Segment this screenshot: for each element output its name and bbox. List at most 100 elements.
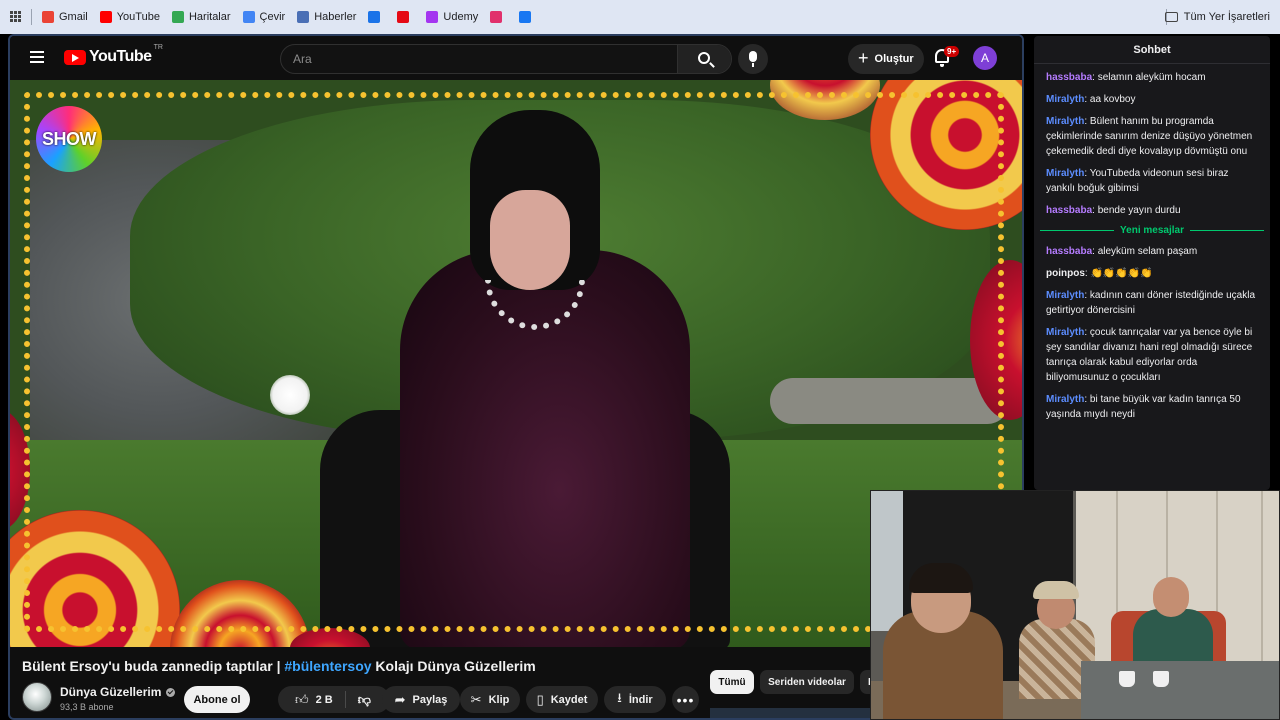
webcam-cup	[1119, 671, 1135, 687]
chat-message: Miralyth: kadının canı döner istediğinde…	[1046, 288, 1260, 318]
save-button[interactable]: ▯ Kaydet	[526, 686, 598, 713]
folder-icon	[1164, 12, 1178, 22]
bookmark-item[interactable]: Haritalar	[171, 8, 231, 26]
search-button[interactable]	[677, 45, 731, 73]
bookmark-item[interactable]: Haberler	[297, 8, 356, 26]
bookmark-item[interactable]	[397, 8, 414, 26]
chat-message: Miralyth: aa kovboy	[1046, 92, 1260, 107]
chat-username[interactable]: Miralyth	[1046, 327, 1084, 338]
bookmarks-divider	[31, 9, 32, 25]
video-title-hashtag[interactable]: #bülentersoy	[284, 658, 371, 674]
thumbs-up-icon: 👍︎	[295, 691, 309, 707]
notifications-badge: 9+	[944, 46, 960, 57]
recommended-video-thumbnail[interactable]	[710, 708, 870, 718]
webcam-overlay	[870, 490, 1280, 720]
chat-message-text: : aleyküm selam paşam	[1092, 246, 1198, 257]
chat-username[interactable]: Miralyth	[1046, 168, 1084, 179]
filter-chip-all[interactable]: Tümü	[710, 670, 754, 694]
chat-message: poinpos: 👏👏👏👏👏	[1046, 266, 1260, 281]
bookmark-item[interactable]: Gmail	[42, 8, 88, 26]
bookmarks-bar: Gmail YouTube Haritalar Çevir Haberler Udemy …	[0, 0, 1280, 34]
subscribe-button[interactable]: Abone ol	[184, 686, 250, 713]
plus-icon: +	[858, 47, 869, 68]
webcam-cup	[1153, 671, 1169, 687]
youtube-header: YouTube TR + Oluştur 9+ A	[10, 36, 1022, 80]
menu-icon[interactable]	[30, 51, 44, 63]
scissors-icon: ✂	[470, 691, 482, 707]
webcam-window	[871, 491, 903, 631]
share-button[interactable]: ➦ Paylaş	[382, 686, 460, 713]
bookmark-label: Udemy	[443, 11, 479, 23]
dislike-button[interactable]: 👎︎	[346, 691, 383, 708]
like-dislike-group: 👍︎ 2 B 👎︎	[278, 686, 390, 713]
chat-message-text: : aa kovboy	[1084, 94, 1136, 105]
bookmark-item[interactable]	[519, 8, 536, 26]
bookmark-favicon-icon	[297, 11, 310, 23]
chat-message: hassbaba: bende yayın durdu	[1046, 203, 1260, 218]
show-tv-logo-text: SHOW	[42, 128, 97, 149]
bookmark-item[interactable]	[368, 8, 385, 26]
more-actions-button[interactable]: •••	[672, 686, 699, 713]
chat-message: hassbaba: selamın aleyküm hocam	[1046, 70, 1260, 85]
like-count: 2 B	[315, 693, 333, 706]
chat-message-text: : 👏👏👏👏👏	[1084, 268, 1153, 279]
divider-line	[1189, 230, 1264, 231]
clip-button[interactable]: ✂ Klip	[460, 686, 520, 713]
chat-username[interactable]: hassbaba	[1046, 246, 1092, 257]
channel-name[interactable]: Dünya Güzellerim	[60, 685, 176, 699]
chat-username[interactable]: Miralyth	[1046, 394, 1084, 405]
apps-grid-icon[interactable]	[10, 11, 21, 22]
bookmark-favicon-icon	[99, 11, 112, 23]
chat-message: hassbaba: aleyküm selam paşam	[1046, 244, 1260, 259]
search-box	[280, 44, 732, 74]
chat-message: Miralyth: Bülent hanım bu programda çeki…	[1046, 114, 1260, 159]
bookmark-item[interactable]: Udemy	[426, 8, 478, 26]
download-label: İndir	[628, 693, 653, 706]
youtube-logo[interactable]: YouTube TR	[64, 44, 163, 66]
like-button[interactable]: 👍︎ 2 B	[285, 691, 346, 708]
all-bookmarks-button[interactable]: Tüm Yer İşaretleri	[1164, 8, 1270, 26]
bookmark-favicon-icon	[242, 11, 255, 23]
voice-search-button[interactable]	[738, 44, 768, 74]
bookmark-list: Gmail YouTube Haritalar Çevir Haberler Udemy	[42, 8, 548, 26]
bookmark-favicon-icon	[171, 11, 184, 23]
microphone-icon	[749, 51, 757, 67]
chat-username[interactable]: Miralyth	[1046, 94, 1084, 105]
download-button[interactable]: ⭳ İndir	[604, 686, 666, 713]
webcam-person-middle-hat	[1033, 581, 1079, 599]
bookmark-item[interactable]: Çevir	[242, 8, 285, 26]
create-button[interactable]: + Oluştur	[848, 44, 924, 74]
bookmark-item[interactable]	[490, 8, 507, 26]
bookmark-icon: ▯	[536, 691, 544, 707]
webcam-table	[1081, 661, 1279, 719]
channel-avatar[interactable]	[22, 682, 52, 712]
chat-username[interactable]: Miralyth	[1046, 290, 1084, 301]
all-bookmarks-label: Tüm Yer İşaretleri	[1183, 11, 1270, 23]
chat-messages: hassbaba: selamın aleyküm hocam Miralyth:…	[1034, 64, 1270, 422]
chat-username[interactable]: hassbaba	[1046, 72, 1092, 83]
chat-username[interactable]: hassbaba	[1046, 205, 1092, 216]
subscriber-count: 93,3 B abone	[60, 702, 114, 712]
filter-chip-series[interactable]: Seriden videolar	[760, 670, 854, 694]
youtube-wordmark: YouTube	[89, 48, 152, 65]
bookmark-label: Gmail	[59, 11, 88, 23]
bookmark-favicon-icon	[426, 11, 439, 23]
webcam-person-left-hair	[909, 563, 973, 593]
search-icon	[698, 52, 710, 64]
account-avatar[interactable]: A	[973, 46, 997, 70]
search-input[interactable]	[281, 45, 677, 73]
bookmark-item[interactable]: YouTube	[99, 8, 160, 26]
webcam-person-right-head	[1153, 577, 1189, 617]
cabinet-seam	[1261, 491, 1263, 681]
channel-name-text: Dünya Güzellerim	[60, 685, 162, 699]
bookmark-label: Haritalar	[188, 11, 231, 23]
share-arrow-icon: ➦	[394, 691, 406, 707]
youtube-play-icon	[64, 49, 86, 65]
chat-username[interactable]: poinpos	[1046, 268, 1085, 279]
chat-message: Miralyth: çocuk tanrıçalar var ya bence …	[1046, 325, 1260, 385]
chat-username[interactable]: Miralyth	[1046, 116, 1084, 127]
show-tv-logo: SHOW	[36, 106, 102, 172]
save-label: Kaydet	[550, 693, 588, 706]
bookmark-favicon-icon	[368, 11, 381, 23]
country-code: TR	[153, 44, 163, 51]
